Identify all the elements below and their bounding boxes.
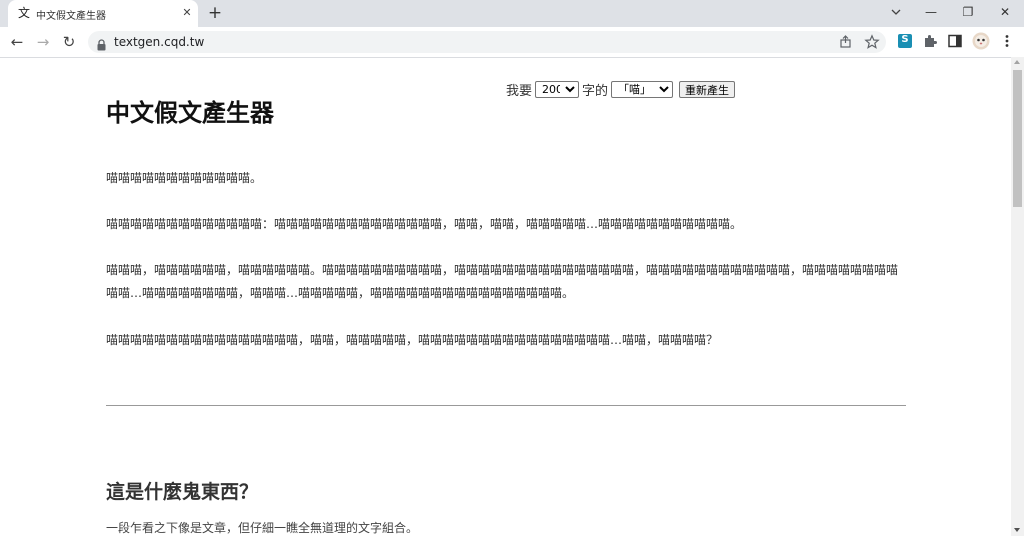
scroll-down-arrow-icon[interactable] — [1014, 528, 1020, 532]
page-content: 中文假文產生器 我要 200 字的 「喵」 重新產生 喵喵喵喵喵喵喵喵喵喵喵喵。… — [0, 57, 1011, 536]
extension-s-label: S — [901, 34, 909, 45]
lock-icon[interactable] — [97, 36, 106, 51]
window-close-button[interactable]: ✕ — [995, 4, 1015, 20]
tab-strip: 文 中文假文產生器 ✕ + — ❐ ✕ — [0, 0, 1024, 27]
scrollbar-thumb[interactable] — [1013, 70, 1022, 207]
about-heading: 這是什麼鬼東西？ — [106, 481, 259, 503]
generated-paragraph-2: 喵喵喵喵喵喵喵喵喵喵喵喵喵：喵喵喵喵喵喵喵喵喵喵喵喵喵喵，喵喵，喵喵，喵喵喵喵喵… — [106, 217, 743, 231]
generated-paragraph-3: 喵喵喵，喵喵喵喵喵喵，喵喵喵喵喵喵。喵喵喵喵喵喵喵喵喵喵，喵喵喵喵喵喵喵喵喵喵喵… — [106, 263, 899, 300]
scroll-up-arrow-icon[interactable] — [1014, 60, 1020, 64]
bookmark-star-icon[interactable] — [864, 34, 880, 50]
page-title: 中文假文產生器 — [106, 99, 274, 127]
controls-middle-label: 字的 — [582, 84, 609, 99]
new-tab-button[interactable]: + — [206, 4, 224, 22]
tab-close-button[interactable]: ✕ — [180, 6, 194, 20]
url-text[interactable]: textgen.cqd.tw — [114, 35, 204, 49]
page-scrollbar[interactable] — [1011, 57, 1024, 536]
regenerate-button[interactable]: 重新產生 — [679, 81, 736, 98]
controls-prefix-label: 我要 — [506, 84, 533, 99]
restore-button[interactable]: ❐ — [958, 4, 978, 20]
browser-toolbar: ← → ↻ textgen.cqd.tw — [0, 27, 1024, 58]
site-favicon-icon: 文 — [17, 6, 30, 20]
generated-paragraph-1: 喵喵喵喵喵喵喵喵喵喵喵喵。 — [106, 171, 263, 185]
extensions-puzzle-icon[interactable] — [922, 33, 938, 49]
tab-title: 中文假文產生器 — [36, 11, 106, 22]
reload-button[interactable]: ↻ — [60, 33, 78, 51]
about-text: 一段乍看之下像是文章，但仔細一瞧全無道理的文字組合。 — [106, 521, 419, 535]
profile-avatar[interactable] — [972, 32, 990, 50]
kebab-menu-icon[interactable] — [999, 33, 1015, 49]
share-icon[interactable] — [838, 34, 854, 50]
generated-paragraph-4: 喵喵喵喵喵喵喵喵喵喵喵喵喵喵喵喵，喵喵，喵喵喵喵喵，喵喵喵喵喵喵喵喵喵喵喵喵喵喵… — [106, 333, 719, 347]
address-bar[interactable]: textgen.cqd.tw — [88, 31, 886, 53]
minimize-button[interactable]: — — [921, 4, 941, 20]
content-divider — [106, 405, 906, 406]
word-select[interactable]: 「喵」 — [611, 81, 674, 98]
tab-search-chevron-icon[interactable] — [888, 4, 904, 20]
char-count-select[interactable]: 200 — [535, 81, 580, 98]
generator-controls: 我要 200 字的 「喵」 重新產生 — [506, 80, 738, 99]
forward-button[interactable]: → — [34, 33, 52, 51]
back-button[interactable]: ← — [8, 33, 26, 51]
tab-active[interactable]: 文 中文假文產生器 ✕ — [8, 0, 198, 27]
side-panel-icon[interactable] — [947, 33, 963, 49]
